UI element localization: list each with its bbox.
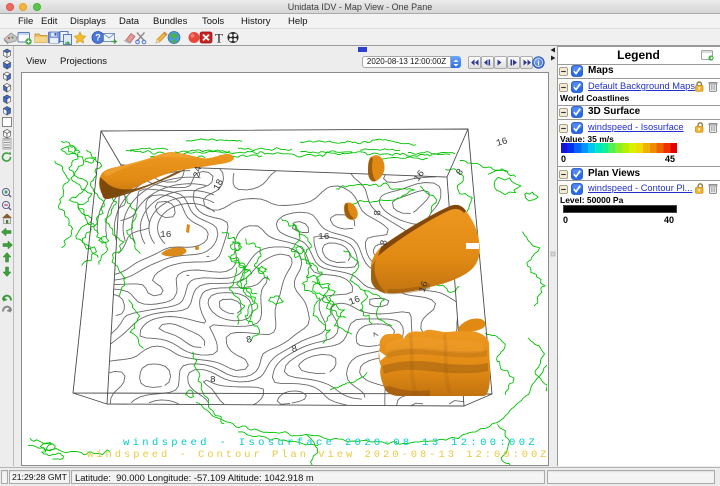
svg-text:16: 16	[160, 229, 172, 240]
svg-text:8: 8	[454, 166, 466, 178]
svg-text:8: 8	[291, 343, 299, 355]
svg-text:16: 16	[411, 168, 427, 184]
svg-text:-: -	[205, 251, 211, 262]
svg-text:8: 8	[372, 209, 383, 216]
svg-text:8: 8	[378, 239, 390, 247]
svg-text:16: 16	[318, 231, 330, 242]
svg-text:24: 24	[191, 165, 204, 179]
svg-text:18: 18	[211, 177, 226, 192]
svg-text:i: i	[537, 58, 539, 67]
svg-text:?: ?	[95, 33, 101, 43]
svg-text:T: T	[215, 31, 223, 46]
svg-text:16: 16	[495, 135, 509, 149]
svg-text:16: 16	[347, 293, 362, 307]
svg-text:8: 8	[210, 374, 216, 385]
svg-text:windspeed - Contour Plan View: windspeed - Contour Plan View 2020-08-13…	[87, 449, 547, 461]
svg-text:8: 8	[245, 334, 254, 346]
svg-text:windspeed - Isosurface 2020-08: windspeed - Isosurface 2020-08-13 12:00:…	[123, 437, 538, 449]
svg-text:-: -	[185, 270, 191, 281]
